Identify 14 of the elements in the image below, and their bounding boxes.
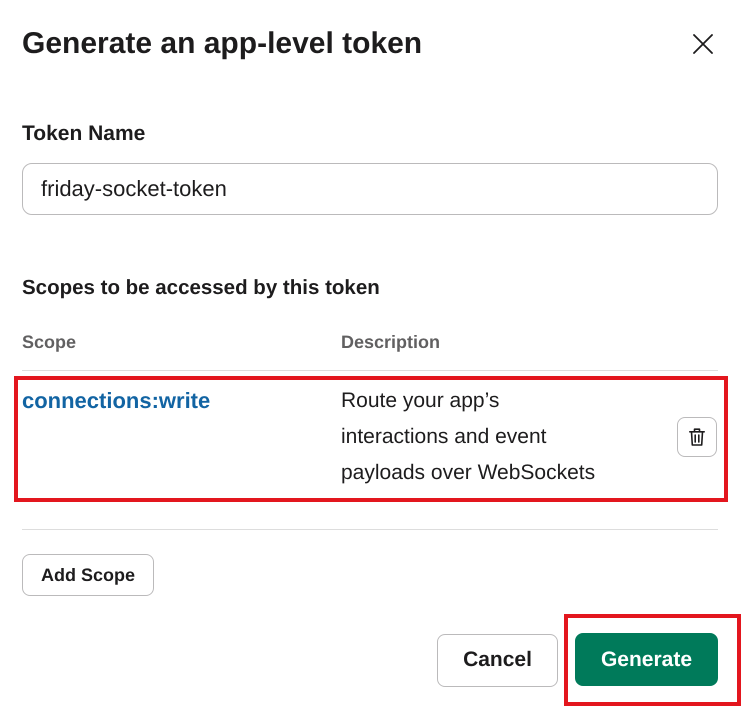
scope-description: Route your app’s interactions and event payloads over WebSockets [341, 388, 596, 486]
dialog-title: Generate an app-level token [22, 26, 422, 62]
cancel-button[interactable]: Cancel [437, 634, 558, 686]
field-label: Token Name [22, 122, 146, 146]
generate-button[interactable]: Generate [574, 633, 718, 686]
column-header: Scope [22, 331, 78, 353]
section-heading: Scopes to be accessed by this token [22, 276, 381, 300]
column-header: Description [341, 331, 440, 353]
close-icon[interactable] [693, 34, 713, 54]
scope-link[interactable]: connections:write [22, 383, 210, 419]
trash-icon [689, 428, 705, 446]
add-scope-button[interactable]: Add Scope [22, 554, 154, 596]
delete-button[interactable] [677, 417, 717, 457]
token-name-input[interactable]: friday-socket-token [22, 163, 718, 215]
